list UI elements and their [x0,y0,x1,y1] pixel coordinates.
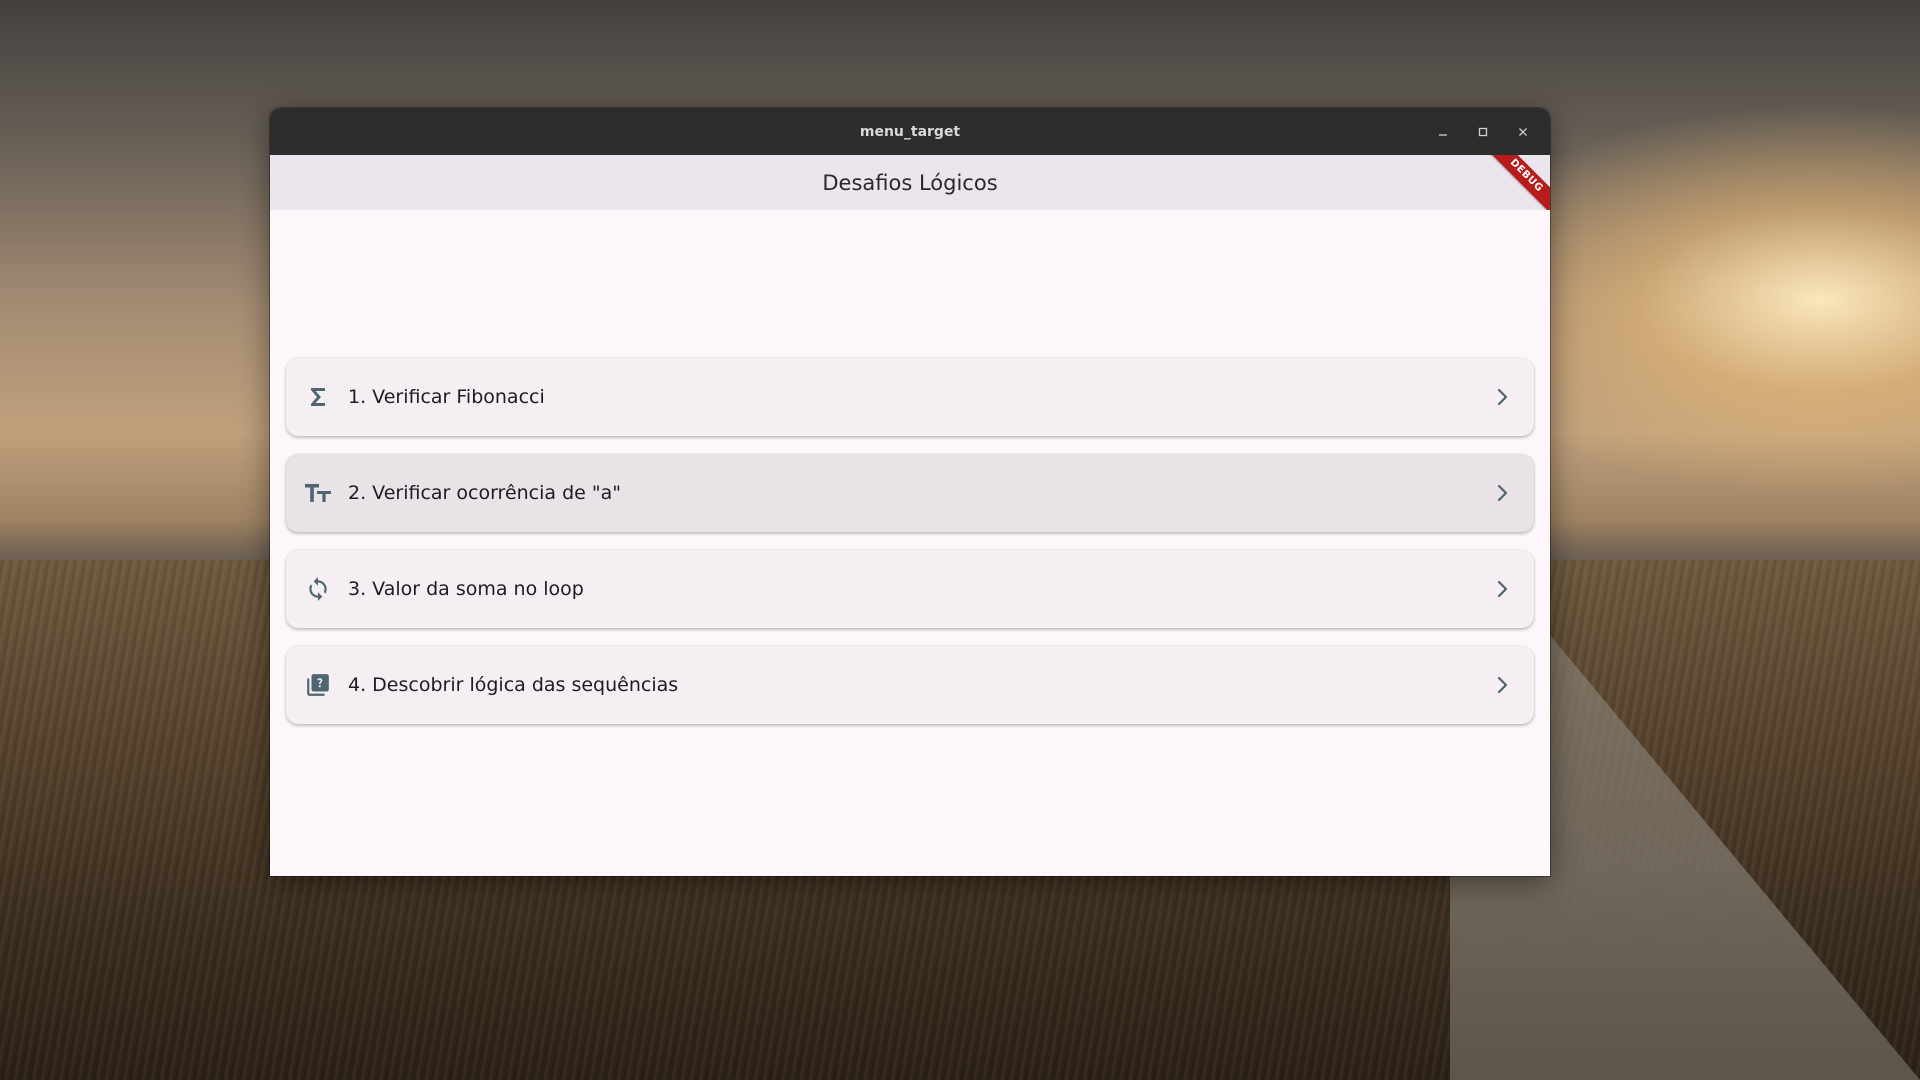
chevron-right-icon [1488,383,1516,411]
menu-item-soma-loop[interactable]: 3. Valor da soma no loop [286,550,1534,628]
window-title: menu_target [859,123,961,140]
sigma-icon [304,383,332,411]
desktop-wallpaper: menu_target Desafios Lógicos DEBUG 1. Ve… [0,0,1920,1080]
page-title: Desafios Lógicos [822,170,998,195]
app-bar: Desafios Lógicos DEBUG [270,155,1550,210]
menu-item-ocorrencia[interactable]: 2. Verificar ocorrência de "a" [286,454,1534,532]
minimize-icon [1439,133,1447,136]
close-icon [1519,127,1527,136]
menu-item-fibonacci[interactable]: 1. Verificar Fibonacci [286,358,1534,436]
quiz-icon [304,671,332,699]
window-controls [1430,108,1536,155]
maximize-icon [1478,127,1488,136]
app-window: menu_target Desafios Lógicos DEBUG 1. Ve… [270,108,1550,876]
window-titlebar[interactable]: menu_target [270,108,1550,155]
menu-item-sequencias[interactable]: 4. Descobrir lógica das sequências [286,646,1534,724]
menu-item-label: 2. Verificar ocorrência de "a" [348,482,621,504]
menu-item-label: 1. Verificar Fibonacci [348,386,545,408]
chevron-right-icon [1488,671,1516,699]
maximize-button[interactable] [1470,119,1496,145]
menu-list: 1. Verificar Fibonacci 2. Verificar ocor… [286,358,1534,742]
chevron-right-icon [1488,479,1516,507]
minimize-button[interactable] [1430,119,1456,145]
menu-item-label: 4. Descobrir lógica das sequências [348,674,679,696]
chevron-right-icon [1488,575,1516,603]
menu-item-label: 3. Valor da soma no loop [348,578,584,600]
debug-banner: DEBUG [1484,155,1550,210]
text-size-icon [304,479,332,507]
loop-icon [304,575,332,603]
main-content: 1. Verificar Fibonacci 2. Verificar ocor… [270,210,1550,876]
close-button[interactable] [1510,119,1536,145]
